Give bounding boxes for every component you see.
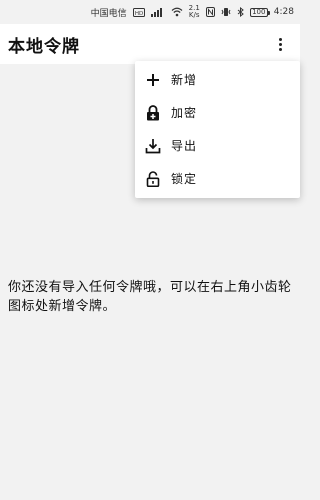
lock-add-icon [145,104,161,121]
menu-item-label: 锁定 [171,172,198,186]
more-vert-icon[interactable] [270,32,290,56]
signal-icon [150,7,165,17]
plus-icon [145,72,161,88]
battery-icon: 100 [249,7,270,17]
screen: 中国电信 HD 2.1 K/s 100 4:28 本地令牌 你还没有导入任何令牌… [0,0,300,500]
bluetooth-icon [237,7,244,17]
menu-item-add[interactable]: 新增 [135,63,300,96]
carrier-label: 中国电信 [90,8,127,19]
menu-item-export[interactable]: 导出 [135,129,300,162]
status-bar: 中国电信 HD 2.1 K/s 100 4:28 [0,0,300,24]
page-title: 本地令牌 [8,36,80,57]
wifi-icon [171,7,183,17]
menu-item-label: 新增 [171,73,198,87]
nfc-icon [205,7,215,17]
download-icon [145,138,161,154]
menu-item-encrypt[interactable]: 加密 [135,96,300,129]
app-bar: 本地令牌 [0,24,300,64]
net-speed: 2.1 K/s [189,5,200,19]
vibrate-icon [221,7,231,17]
hd-icon: HD [132,7,145,17]
menu-item-label: 导出 [171,139,198,153]
menu-item-label: 加密 [171,106,198,120]
battery-level: 100 [252,7,266,16]
overflow-menu: 新增 加密 导出 锁定 [135,61,300,198]
clock: 4:28 [273,7,294,17]
svg-text:HD: HD [134,10,142,16]
empty-state-message: 你还没有导入任何令牌哦，可以在右上角小齿轮图标处新增令牌。 [8,280,292,314]
net-speed-unit: K/s [188,11,200,19]
lock-open-icon [145,170,161,187]
menu-item-lock[interactable]: 锁定 [135,162,300,195]
